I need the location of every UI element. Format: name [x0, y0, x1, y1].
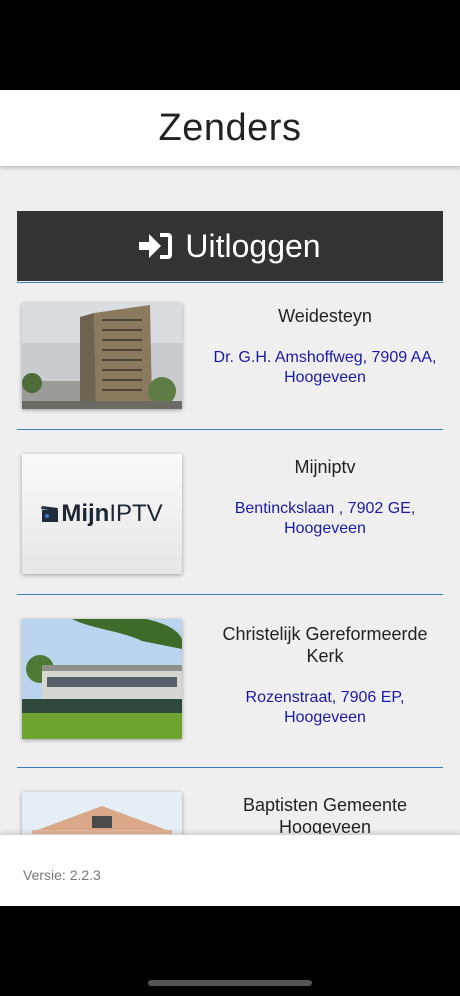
logo-bold-text: Mijn: [61, 500, 110, 527]
logout-button[interactable]: Uitloggen: [17, 211, 443, 281]
channel-address: Rozenstraat, 7906 EP, Hoogeveen: [245, 689, 405, 726]
channel-address: Bentinckslaan , 7902 GE, Hoogeveen: [234, 500, 416, 537]
version-label: Versie: 2.2.3: [23, 867, 101, 883]
channel-name: Baptisten Gemeente Hoogeveen: [242, 795, 408, 837]
channel-thumbnail: [22, 303, 182, 409]
building-photo: [22, 303, 182, 409]
channel-list: Weidesteyn Dr. G.H. Amshoffweg, 7909 AA,…: [17, 282, 443, 906]
header: Zenders: [0, 90, 460, 167]
channel-address: Dr. G.H. Amshoffweg, 7909 AA, Hoogeveen: [213, 349, 437, 386]
channel-name: Mijniptv: [294, 457, 356, 477]
home-indicator[interactable]: [148, 980, 312, 986]
sign-in-arrow-icon: [139, 233, 173, 259]
clapperboard-icon: [41, 506, 59, 522]
logout-label: Uitloggen: [185, 227, 321, 264]
channel-thumbnail: Mijn IPTV: [22, 454, 182, 574]
channel-item-mijniptv[interactable]: Mijn IPTV Mijniptv Bentinckslaan , 7902 …: [17, 429, 443, 594]
channel-thumbnail: [22, 619, 182, 739]
church-photo: [22, 619, 182, 739]
channel-item-weidesteyn[interactable]: Weidesteyn Dr. G.H. Amshoffweg, 7909 AA,…: [17, 282, 443, 429]
channel-name: Christelijk Gereformeerde Kerk: [222, 624, 428, 666]
page-title: Zenders: [158, 106, 302, 149]
app-screen: Zenders Uitloggen Weidesteyn Dr. G.H. Am…: [0, 90, 460, 906]
notch: [112, 0, 348, 34]
channel-item-cgk[interactable]: Christelijk Gereformeerde Kerk Rozenstra…: [17, 594, 443, 767]
footer: Versie: 2.2.3: [0, 834, 460, 906]
logo-light-text: IPTV: [109, 500, 163, 527]
channel-name: Weidesteyn: [278, 306, 372, 326]
